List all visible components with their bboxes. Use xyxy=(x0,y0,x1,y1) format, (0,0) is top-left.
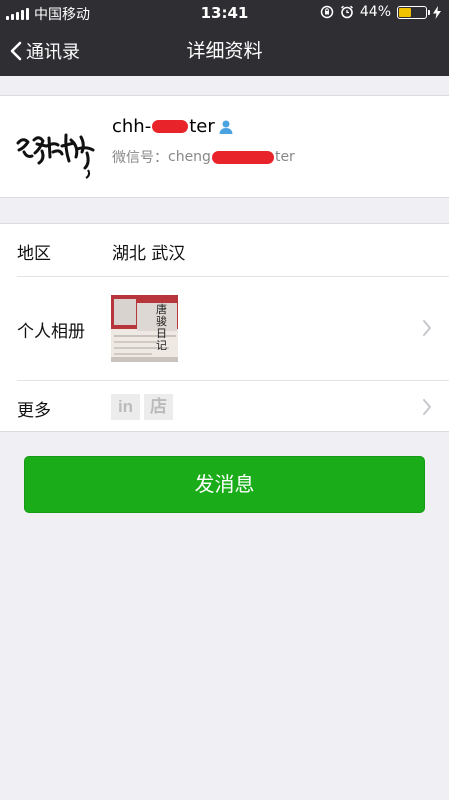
store-icon: 店 xyxy=(144,394,173,420)
wechat-id: 微信号： cheng ter xyxy=(112,147,295,167)
chevron-right-icon xyxy=(423,320,431,336)
orientation-lock-icon xyxy=(320,5,334,19)
profile-name: chh- ter xyxy=(112,116,234,137)
linkedin-icon: in xyxy=(111,394,140,420)
wechat-id-label: 微信号： xyxy=(112,150,168,166)
avatar[interactable] xyxy=(15,113,97,183)
chevron-right-icon xyxy=(423,399,431,415)
chevron-left-icon xyxy=(10,41,22,61)
info-list: 地区 湖北 武汉 个人相册 唐骏日记 更多 in 店 xyxy=(0,223,449,432)
more-row[interactable]: 更多 in 店 xyxy=(0,381,449,433)
send-message-button[interactable]: 发消息 xyxy=(24,456,425,513)
battery-icon xyxy=(397,5,430,19)
person-icon xyxy=(219,120,233,134)
album-thumbnail[interactable]: 唐骏日记 xyxy=(111,295,178,362)
status-bar: 中国移动 13:41 44% xyxy=(0,0,449,26)
region-row: 地区 湖北 武汉 xyxy=(0,224,449,276)
nav-bar: 详细资料 通讯录 xyxy=(0,26,449,76)
profile-card: chh- ter 微信号： cheng ter xyxy=(0,95,449,198)
album-row[interactable]: 个人相册 xyxy=(0,277,449,380)
wechat-id-redaction xyxy=(211,150,274,164)
charging-icon xyxy=(433,5,441,19)
alarm-icon xyxy=(340,5,353,19)
name-suffix: ter xyxy=(189,116,215,137)
album-thumbnail-title: 唐骏日记 xyxy=(156,303,167,352)
region-label: 地区 xyxy=(17,244,51,264)
more-label: 更多 xyxy=(17,401,51,421)
album-label: 个人相册 xyxy=(17,322,85,342)
wechat-id-suffix: ter xyxy=(274,149,295,165)
avatar-calligraphy xyxy=(16,133,95,179)
back-label: 通讯录 xyxy=(26,42,80,63)
name-redaction xyxy=(152,120,189,133)
battery-percent: 44% xyxy=(359,4,391,20)
status-right: 44% xyxy=(320,4,441,20)
name-prefix: chh- xyxy=(112,116,152,137)
battery-level-fill xyxy=(399,7,412,17)
wechat-id-prefix: cheng xyxy=(168,149,211,165)
back-button[interactable]: 通讯录 xyxy=(10,26,80,76)
region-value: 湖北 武汉 xyxy=(112,244,186,264)
